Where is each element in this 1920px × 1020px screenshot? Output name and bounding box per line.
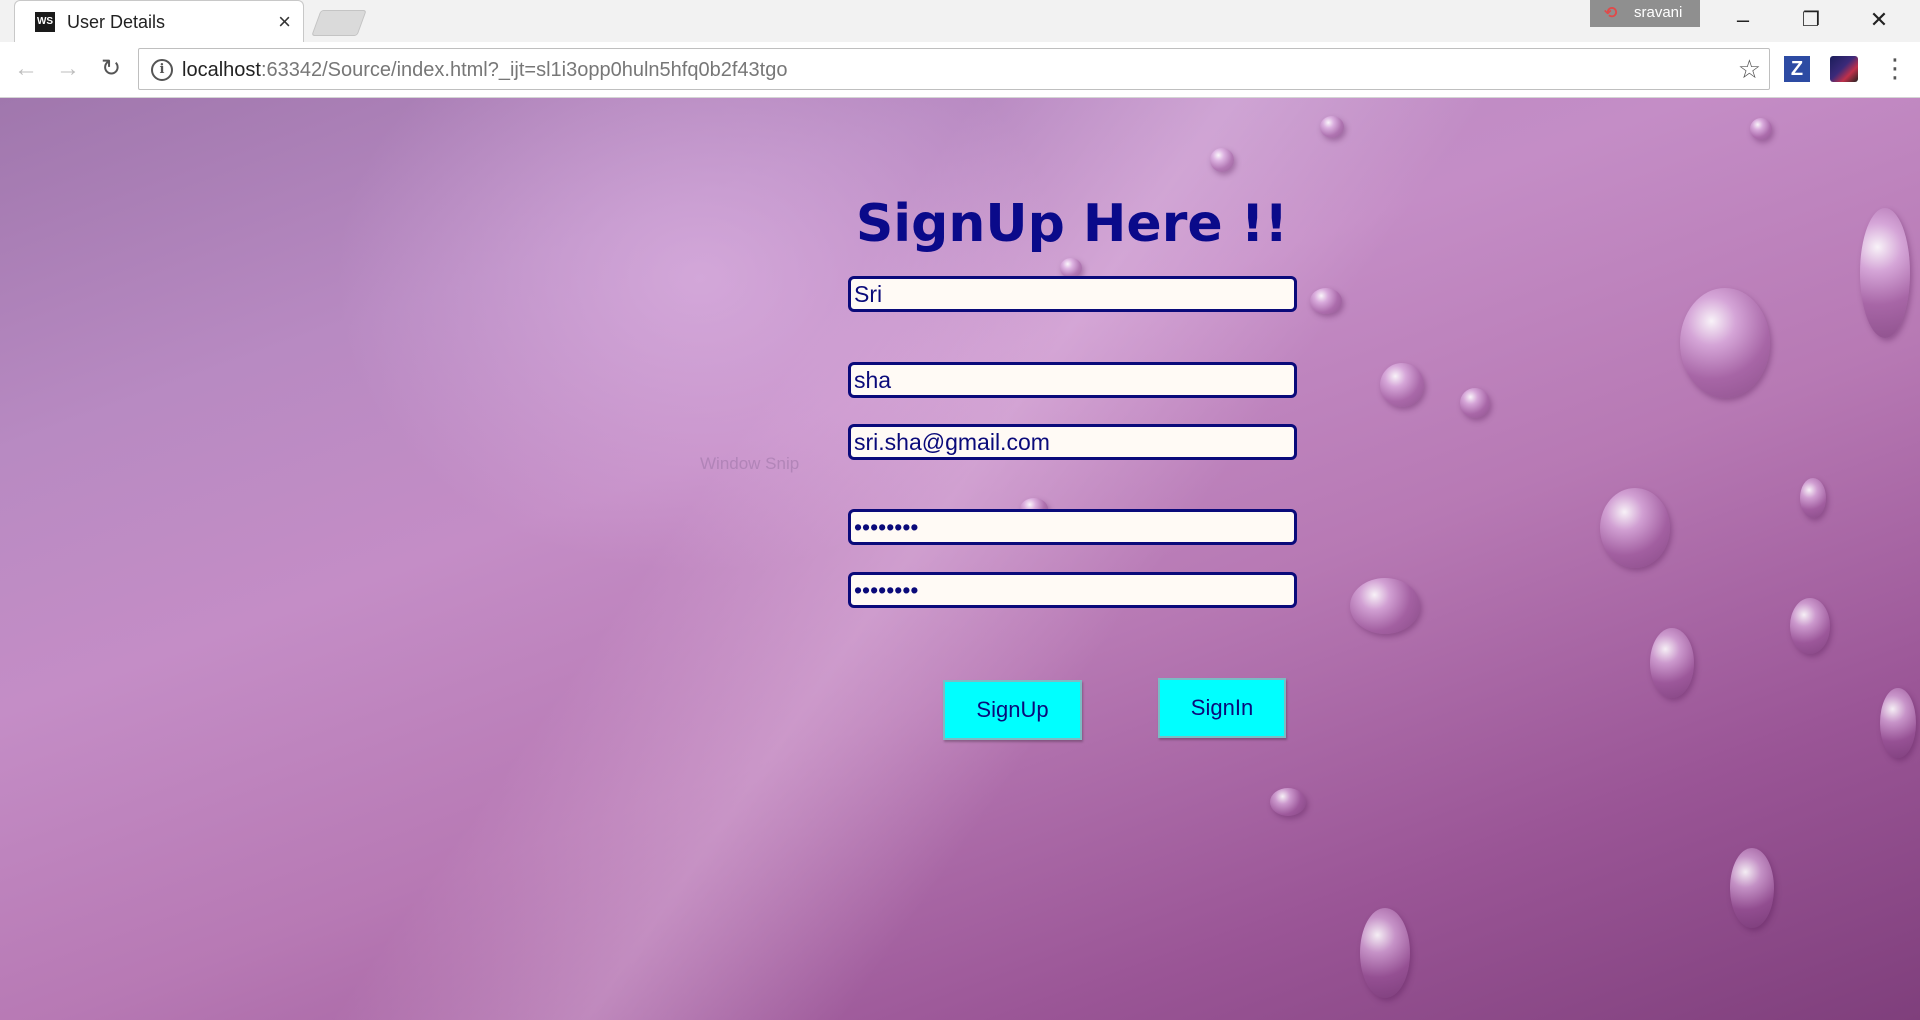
extension-icon[interactable] [1830,56,1858,82]
confirm-password-field[interactable] [848,572,1297,608]
water-drop [1650,628,1694,698]
profile-badge[interactable]: ⟲ sravani [1590,0,1700,27]
water-drop [1790,598,1830,654]
browser-titlebar: WS User Details × ⟲ sravani – ❐ ✕ [0,0,1920,42]
signup-button[interactable]: SignUp [943,680,1082,740]
water-drop [1380,363,1424,407]
url-text[interactable]: localhost:63342/Source/index.html?_ijt=s… [182,59,787,82]
water-drop [1360,908,1410,998]
water-drop [1350,578,1420,634]
water-drop [1060,258,1082,278]
forward-icon[interactable]: → [50,51,86,87]
water-drop [1460,388,1490,418]
water-drop [1210,148,1234,172]
url-host: localhost [182,59,261,81]
info-icon[interactable]: i [151,59,173,81]
new-tab-button[interactable] [311,10,367,36]
restore-icon[interactable]: ❐ [1778,0,1844,40]
page-title: SignUp Here !! [855,194,1289,254]
water-drop [1320,116,1344,138]
password-field[interactable] [848,509,1297,545]
profile-name: sravani [1634,4,1683,21]
water-drop [1880,688,1916,758]
first-name-field[interactable] [848,276,1297,312]
address-bar[interactable]: i localhost:63342/Source/index.html?_ijt… [138,48,1770,90]
last-name-field[interactable] [848,362,1297,398]
ghost-text: Window Snip [700,454,800,473]
browser-tab[interactable]: WS User Details × [14,0,304,42]
back-icon[interactable]: ← [8,51,44,87]
tab-close-icon[interactable]: × [278,9,291,35]
minimize-icon[interactable]: – [1710,0,1776,40]
profile-sync-icon: ⟲ [1604,5,1618,22]
url-path: :63342/Source/index.html?_ijt=sl1i3opp0h… [260,59,788,81]
star-icon[interactable]: ☆ [1738,54,1761,85]
water-drop [1310,288,1342,314]
close-icon[interactable]: ✕ [1846,0,1912,40]
zotero-extension-icon[interactable]: Z [1784,56,1810,82]
water-drop [1680,288,1770,398]
page-viewport: Window Snip SignUp Here !! SignUp SignIn [0,98,1920,1020]
email-field[interactable] [848,424,1297,460]
reload-icon[interactable]: ↻ [93,51,129,87]
water-drop [1600,488,1670,568]
tab-title: User Details [67,12,166,32]
water-drop [1750,118,1772,140]
water-drop [1270,788,1306,816]
webstorm-icon: WS [35,12,55,32]
water-drop [1800,478,1826,518]
menu-icon[interactable]: ⋮ [1882,53,1908,83]
browser-toolbar: ← → ↻ i localhost:63342/Source/index.htm… [0,42,1920,98]
signin-button[interactable]: SignIn [1158,678,1286,738]
water-drop [1730,848,1774,928]
